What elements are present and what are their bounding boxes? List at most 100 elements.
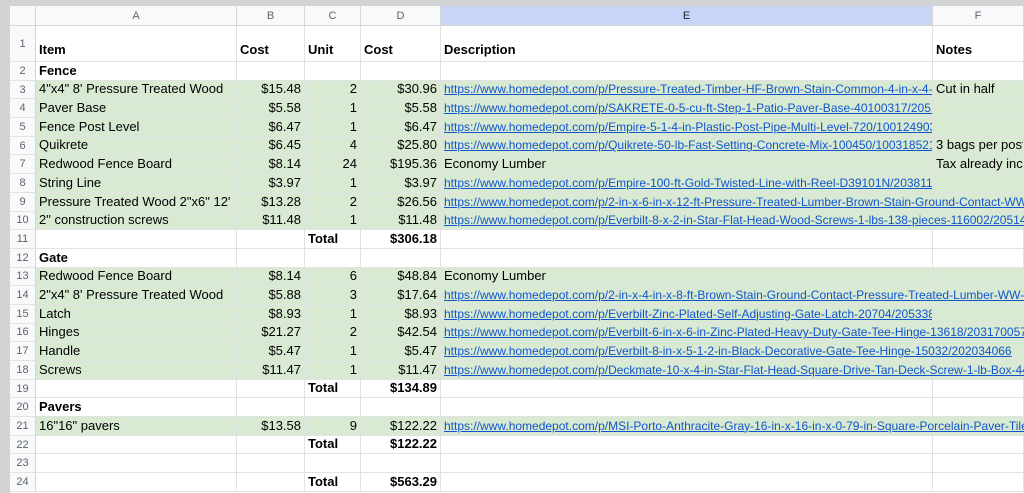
cell-E15[interactable]: https://www.homedepot.com/p/Everbilt-Zin…: [441, 305, 933, 323]
cell-E11[interactable]: [441, 230, 933, 248]
cell-E3[interactable]: https://www.homedepot.com/p/Pressure-Tre…: [441, 81, 933, 99]
cell-D18[interactable]: $11.47: [361, 361, 441, 379]
cell-B3[interactable]: $15.48: [237, 81, 305, 99]
cell-E5[interactable]: https://www.homedepot.com/p/Empire-5-1-4…: [441, 118, 933, 136]
cell-C10[interactable]: 1: [305, 212, 361, 230]
cell-F12[interactable]: [933, 249, 1024, 267]
cell-C5[interactable]: 1: [305, 118, 361, 136]
cell-A3[interactable]: 4"x4" 8' Pressure Treated Wood: [36, 81, 237, 99]
row-header-5[interactable]: 5: [10, 118, 36, 136]
cell-A2[interactable]: Fence: [36, 62, 237, 80]
cell-B21[interactable]: $13.58: [237, 417, 305, 435]
cell-B18[interactable]: $11.47: [237, 361, 305, 379]
cell-D8[interactable]: $3.97: [361, 174, 441, 192]
cell-B9[interactable]: $13.28: [237, 193, 305, 211]
row-header-13[interactable]: 13: [10, 268, 36, 286]
cell-C16[interactable]: 2: [305, 324, 361, 342]
cell-B5[interactable]: $6.47: [237, 118, 305, 136]
cell-D11[interactable]: $306.18: [361, 230, 441, 248]
row-header-3[interactable]: 3: [10, 81, 36, 99]
row-header-10[interactable]: 10: [10, 212, 36, 230]
cell-D5[interactable]: $6.47: [361, 118, 441, 136]
cell-D24[interactable]: $563.29: [361, 473, 441, 491]
cell-E8[interactable]: https://www.homedepot.com/p/Empire-100-f…: [441, 174, 933, 192]
cell-F11[interactable]: [933, 230, 1024, 248]
cell-D19[interactable]: $134.89: [361, 380, 441, 398]
column-header-A[interactable]: A: [36, 6, 237, 26]
cell-E22[interactable]: [441, 436, 933, 454]
cell-D12[interactable]: [361, 249, 441, 267]
cell-F23[interactable]: [933, 454, 1024, 472]
product-link[interactable]: https://www.homedepot.com/p/Quikrete-50-…: [444, 138, 933, 152]
cell-E14[interactable]: https://www.homedepot.com/p/2-in-x-4-in-…: [441, 286, 933, 304]
product-link[interactable]: https://www.homedepot.com/p/Everbilt-8-x…: [444, 213, 1024, 227]
product-link[interactable]: https://www.homedepot.com/p/SAKRETE-0-5-…: [444, 101, 933, 115]
cell-E23[interactable]: [441, 454, 933, 472]
cell-C23[interactable]: [305, 454, 361, 472]
cell-C2[interactable]: [305, 62, 361, 80]
cell-C7[interactable]: 24: [305, 155, 361, 173]
cell-A8[interactable]: String Line: [36, 174, 237, 192]
cell-A19[interactable]: [36, 380, 237, 398]
cell-D20[interactable]: [361, 398, 441, 416]
column-header-C[interactable]: C: [305, 6, 361, 26]
cell-C8[interactable]: 1: [305, 174, 361, 192]
cell-B2[interactable]: [237, 62, 305, 80]
cell-B7[interactable]: $8.14: [237, 155, 305, 173]
row-header-23[interactable]: 23: [10, 454, 36, 472]
cell-C19[interactable]: Total: [305, 380, 361, 398]
cell-A18[interactable]: Screws: [36, 361, 237, 379]
cell-E13[interactable]: Economy Lumber: [441, 268, 933, 286]
cell-F1[interactable]: Notes: [933, 26, 1024, 61]
cell-D14[interactable]: $17.64: [361, 286, 441, 304]
cell-F5[interactable]: [933, 118, 1024, 136]
cell-D16[interactable]: $42.54: [361, 324, 441, 342]
cell-A21[interactable]: 16"16" pavers: [36, 417, 237, 435]
cell-F15[interactable]: [933, 305, 1024, 323]
cell-E24[interactable]: [441, 473, 933, 491]
row-header-14[interactable]: 14: [10, 286, 36, 304]
cell-E1[interactable]: Description: [441, 26, 933, 61]
cell-D17[interactable]: $5.47: [361, 342, 441, 360]
cell-B13[interactable]: $8.14: [237, 268, 305, 286]
cell-E21[interactable]: https://www.homedepot.com/p/MSI-Porto-An…: [441, 417, 933, 435]
cell-E4[interactable]: https://www.homedepot.com/p/SAKRETE-0-5-…: [441, 99, 933, 117]
cell-F7[interactable]: Tax already included: [933, 155, 1024, 173]
cell-C4[interactable]: 1: [305, 99, 361, 117]
cell-C15[interactable]: 1: [305, 305, 361, 323]
row-header-4[interactable]: 4: [10, 99, 36, 117]
column-header-F[interactable]: F: [933, 6, 1024, 26]
cell-E19[interactable]: [441, 380, 933, 398]
cell-D1[interactable]: Cost: [361, 26, 441, 61]
cell-E9[interactable]: https://www.homedepot.com/p/2-in-x-6-in-…: [441, 193, 933, 211]
cell-A7[interactable]: Redwood Fence Board: [36, 155, 237, 173]
cell-D9[interactable]: $26.56: [361, 193, 441, 211]
cell-C6[interactable]: 4: [305, 137, 361, 155]
cell-A4[interactable]: Paver Base: [36, 99, 237, 117]
cell-B11[interactable]: [237, 230, 305, 248]
cell-B24[interactable]: [237, 473, 305, 491]
cell-A22[interactable]: [36, 436, 237, 454]
product-link[interactable]: https://www.homedepot.com/p/Everbilt-Zin…: [444, 307, 933, 321]
cell-A1[interactable]: Item: [36, 26, 237, 61]
row-header-20[interactable]: 20: [10, 398, 36, 416]
row-header-21[interactable]: 21: [10, 417, 36, 435]
cell-A11[interactable]: [36, 230, 237, 248]
cell-B14[interactable]: $5.88: [237, 286, 305, 304]
cell-C24[interactable]: Total: [305, 473, 361, 491]
cell-C17[interactable]: 1: [305, 342, 361, 360]
cell-A12[interactable]: Gate: [36, 249, 237, 267]
cell-D15[interactable]: $8.93: [361, 305, 441, 323]
cell-A14[interactable]: 2"x4" 8' Pressure Treated Wood: [36, 286, 237, 304]
cell-F4[interactable]: [933, 99, 1024, 117]
row-header-2[interactable]: 2: [10, 62, 36, 80]
row-header-6[interactable]: 6: [10, 137, 36, 155]
row-header-15[interactable]: 15: [10, 305, 36, 323]
cell-D23[interactable]: [361, 454, 441, 472]
cell-C11[interactable]: Total: [305, 230, 361, 248]
cell-F22[interactable]: [933, 436, 1024, 454]
cell-D22[interactable]: $122.22: [361, 436, 441, 454]
row-header-24[interactable]: 24: [10, 473, 36, 491]
cell-C21[interactable]: 9: [305, 417, 361, 435]
product-link[interactable]: https://www.homedepot.com/p/Pressure-Tre…: [444, 82, 933, 96]
